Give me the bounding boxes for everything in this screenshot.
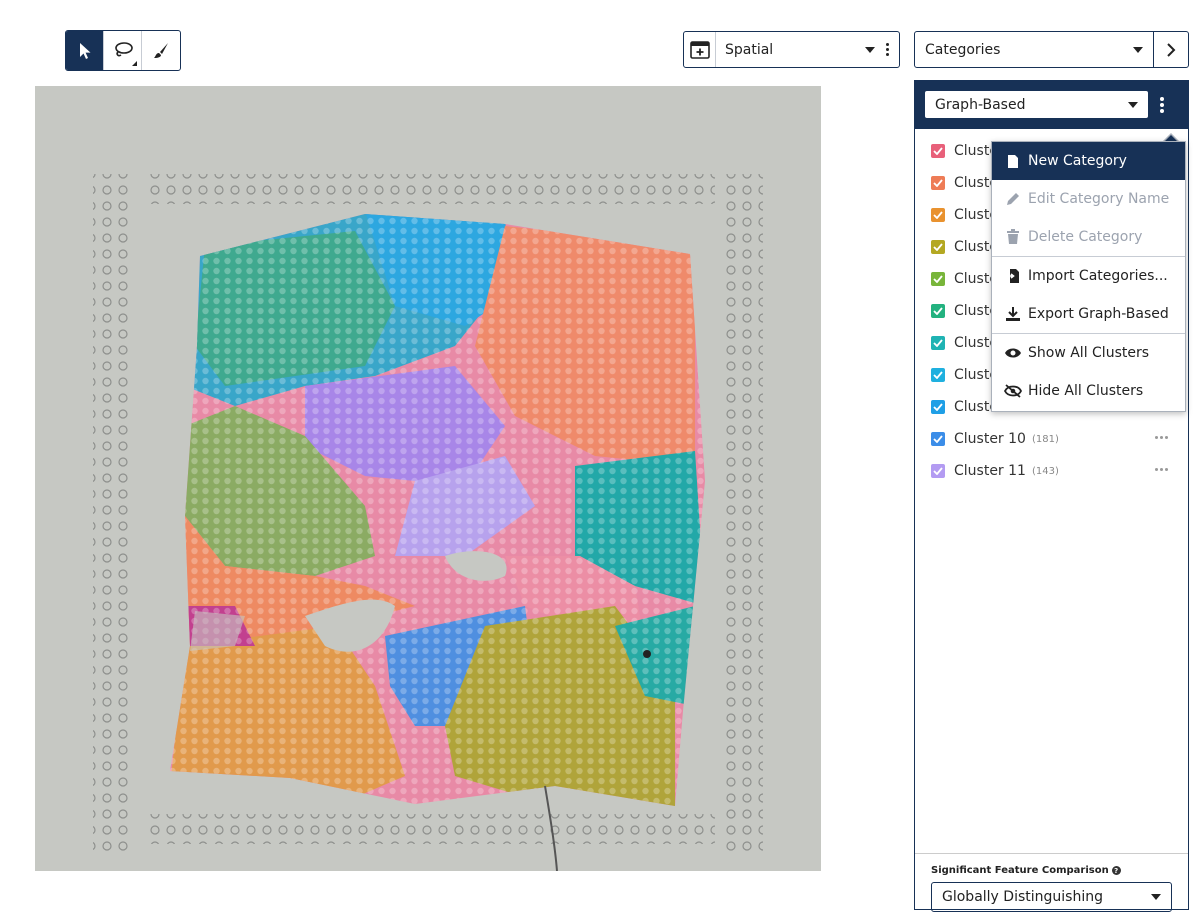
cluster-name: Cluster 11: [954, 463, 1026, 479]
submenu-corner: [132, 61, 137, 66]
menu-delete-category[interactable]: Delete Category: [992, 218, 1185, 256]
chevron-down-icon: [865, 46, 875, 53]
categories-label: Categories: [925, 41, 1001, 58]
tissue-image[interactable]: [35, 86, 821, 871]
check-icon: [933, 147, 943, 155]
chevron-down-icon: [1133, 46, 1143, 53]
menu-export[interactable]: Export Graph-Based: [992, 295, 1185, 333]
feature-comparison-section: Significant Feature Comparison ? Globall…: [915, 853, 1188, 912]
brush-tool-button[interactable]: [142, 31, 180, 70]
view-select[interactable]: Spatial: [683, 31, 900, 68]
file-icon: [1004, 154, 1022, 169]
cluster-row[interactable]: Cluster 10 (181): [915, 423, 1188, 455]
cluster-name: Cluster 10: [954, 431, 1026, 447]
cluster-checkbox[interactable]: [931, 176, 945, 190]
cluster-count: (143): [1031, 465, 1059, 477]
chevron-down-icon: [1128, 101, 1138, 108]
cluster-checkbox[interactable]: [931, 336, 945, 350]
lasso-tool-button[interactable]: [104, 31, 142, 70]
cluster-checkbox[interactable]: [931, 272, 945, 286]
categories-select[interactable]: Categories: [914, 31, 1154, 68]
chevron-down-icon: [1151, 894, 1161, 900]
cluster-checkbox[interactable]: [931, 464, 945, 478]
menu-edit-category-name[interactable]: Edit Category Name: [992, 180, 1185, 218]
menu-export-label: Export Graph-Based: [1028, 306, 1169, 322]
menu-delete-category-label: Delete Category: [1028, 229, 1143, 245]
category-select[interactable]: Graph-Based: [925, 91, 1148, 118]
select-tool-button[interactable]: [66, 31, 104, 70]
feature-comparison-label: Significant Feature Comparison: [931, 865, 1109, 876]
feature-comparison-title: Significant Feature Comparison ?: [931, 865, 1172, 876]
cluster-more-icon[interactable]: [1155, 468, 1168, 471]
cluster-count: (181): [1031, 433, 1059, 445]
menu-new-category[interactable]: New Category: [992, 142, 1185, 180]
menu-hide-all[interactable]: Hide All Clusters: [992, 372, 1185, 410]
collapse-panel-button[interactable]: [1153, 31, 1189, 68]
view-more-icon[interactable]: [875, 43, 899, 56]
category-context-menu: New Category Edit Category Name Delete C…: [991, 141, 1186, 412]
eye-icon: [1004, 347, 1022, 359]
check-icon: [933, 211, 943, 219]
selection-toolbar: [65, 30, 181, 71]
check-icon: [933, 339, 943, 347]
check-icon: [933, 179, 943, 187]
cursor-icon: [79, 42, 90, 59]
check-icon: [933, 435, 943, 443]
spatial-image-view[interactable]: [35, 86, 821, 871]
menu-hide-all-label: Hide All Clusters: [1028, 383, 1144, 399]
view-label: Spatial: [725, 41, 774, 58]
cluster-checkbox[interactable]: [931, 368, 945, 382]
check-icon: [933, 275, 943, 283]
help-icon[interactable]: ?: [1111, 866, 1121, 875]
menu-show-all-label: Show All Clusters: [1028, 345, 1150, 361]
check-icon: [933, 403, 943, 411]
trash-icon: [1004, 229, 1022, 245]
category-select-label: Graph-Based: [935, 96, 1026, 113]
lasso-icon: [114, 41, 133, 56]
cluster-checkbox[interactable]: [931, 144, 945, 158]
check-icon: [933, 467, 943, 475]
file-import-icon: [1004, 268, 1022, 284]
chevron-right-icon: [1167, 42, 1176, 57]
check-icon: [933, 307, 943, 315]
cluster-more-icon[interactable]: [1155, 436, 1168, 439]
category-more-icon[interactable]: [1160, 96, 1164, 113]
download-icon: [1004, 306, 1022, 322]
menu-import-categories[interactable]: Import Categories...: [992, 257, 1185, 295]
menu-import-categories-label: Import Categories...: [1028, 268, 1168, 284]
add-panel-icon[interactable]: [684, 32, 716, 67]
menu-edit-category-name-label: Edit Category Name: [1028, 191, 1170, 207]
eye-slash-icon: [1004, 384, 1022, 398]
feature-comparison-select[interactable]: Globally Distinguishing: [931, 882, 1172, 912]
debris-speck: [643, 650, 651, 658]
check-icon: [933, 371, 943, 379]
cluster-checkbox[interactable]: [931, 240, 945, 254]
cluster-checkbox[interactable]: [931, 400, 945, 414]
menu-show-all[interactable]: Show All Clusters: [992, 334, 1185, 372]
pencil-icon: [1004, 191, 1022, 207]
menu-new-category-label: New Category: [1028, 153, 1127, 169]
check-icon: [933, 243, 943, 251]
panel-header: Graph-Based: [915, 80, 1188, 129]
cluster-row[interactable]: Cluster 11 (143): [915, 455, 1188, 487]
brush-icon: [154, 42, 168, 58]
cluster-checkbox[interactable]: [931, 208, 945, 222]
cluster-checkbox[interactable]: [931, 432, 945, 446]
cluster-checkbox[interactable]: [931, 304, 945, 318]
